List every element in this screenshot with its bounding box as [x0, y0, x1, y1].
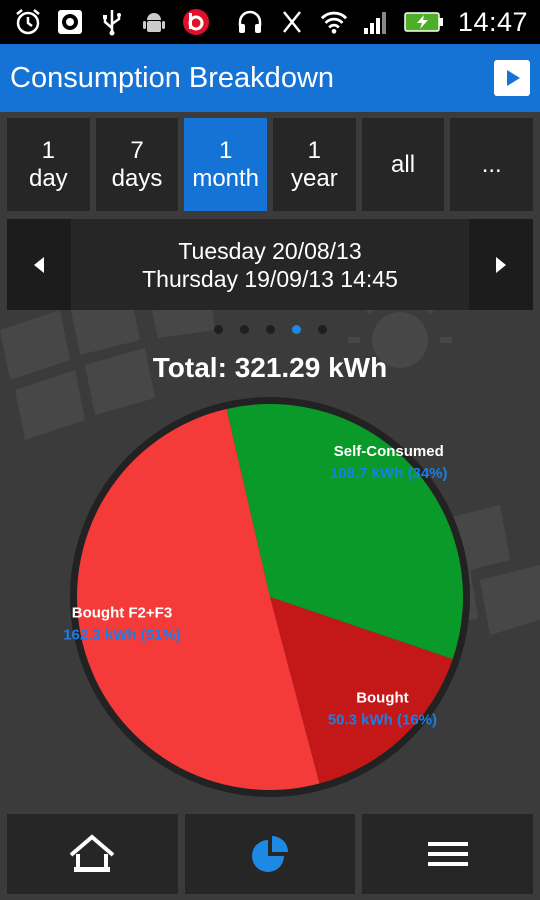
- page-dot: [239, 325, 249, 334]
- page-indicator: [0, 325, 540, 334]
- alarm-icon: [14, 8, 42, 36]
- page-title: Consumption Breakdown: [10, 61, 335, 94]
- status-bar: 14:47: [0, 0, 540, 44]
- breakdown-button[interactable]: [184, 814, 356, 894]
- action-bar: Consumption Breakdown: [0, 44, 540, 112]
- battery-charging-icon: [404, 8, 444, 36]
- date-end: Thursday 19/09/13 14:45: [142, 266, 398, 292]
- previous-period-button[interactable]: [7, 219, 71, 310]
- home-button[interactable]: [7, 814, 178, 894]
- range-tabs: 1 day 7 days 1 month 1 year all ...: [7, 118, 534, 211]
- clock: 14:47: [457, 6, 528, 37]
- beats-icon: [182, 8, 210, 36]
- menu-icon: [427, 842, 468, 866]
- page-dot: [317, 325, 327, 334]
- arrow-right-icon: [496, 256, 506, 273]
- media-icon: [56, 8, 84, 36]
- tab-1-day[interactable]: 1 day: [7, 118, 90, 211]
- play-button[interactable]: [494, 60, 530, 96]
- total-label: Total: 321.29 kWh: [152, 352, 388, 383]
- tab-all[interactable]: all: [361, 118, 445, 211]
- pie-chart-icon: [252, 836, 288, 872]
- tab-7-days[interactable]: 7 days: [95, 118, 179, 211]
- page-dot: [265, 325, 275, 334]
- menu-button[interactable]: [362, 814, 534, 894]
- date-start: Tuesday 20/08/13: [178, 238, 362, 264]
- arrow-left-icon: [34, 256, 44, 273]
- bottom-navigation: [7, 814, 534, 894]
- no-vibrate-icon: [278, 8, 306, 36]
- tab-more[interactable]: ...: [450, 118, 534, 211]
- tab-1-month[interactable]: 1 month: [184, 118, 268, 211]
- date-range: Tuesday 20/08/13 Thursday 19/09/13 14:45: [71, 237, 469, 293]
- page-dot: [291, 325, 301, 334]
- page-dot: [213, 325, 223, 334]
- headset-icon: [236, 8, 264, 36]
- next-period-button[interactable]: [469, 219, 533, 310]
- home-icon: [70, 834, 115, 872]
- signal-icon: [362, 8, 390, 36]
- usb-icon: [98, 8, 126, 36]
- play-icon: [507, 70, 520, 86]
- wifi-icon: [320, 8, 348, 36]
- android-icon: [140, 8, 168, 36]
- tab-1-year[interactable]: 1 year: [273, 118, 356, 211]
- date-navigator: Tuesday 20/08/13 Thursday 19/09/13 14:45: [7, 219, 533, 310]
